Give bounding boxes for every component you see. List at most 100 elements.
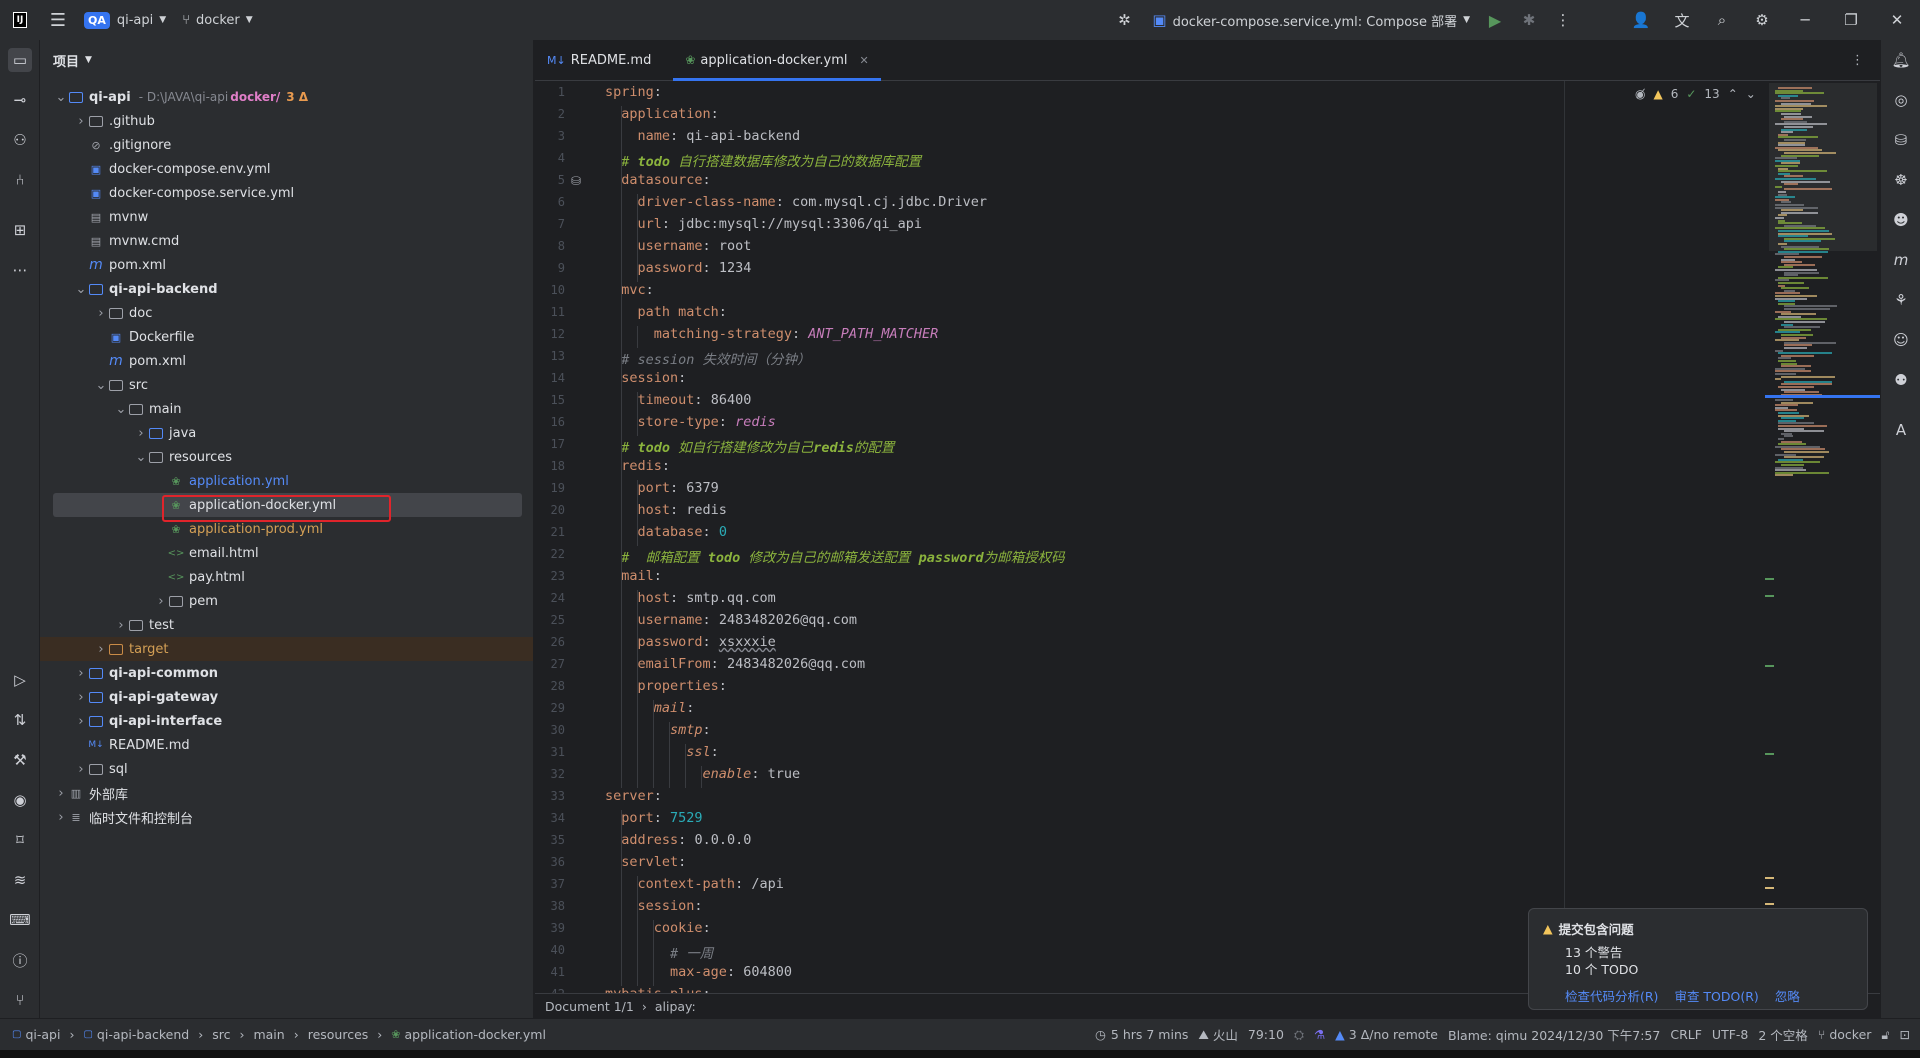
code-line[interactable]: driver-class-name: com.mysql.cj.jdbc.Dri…: [605, 194, 988, 210]
chevron-down-icon[interactable]: ⌄: [74, 282, 88, 297]
layers-icon[interactable]: ≋: [8, 868, 32, 892]
tree-item[interactable]: › qi-api-gateway: [40, 685, 533, 709]
inspection-widget[interactable]: ◉̸ ▲ 6 ✓ 13 ⌃ ⌄: [1635, 87, 1756, 101]
read-only-toggle-icon[interactable]: 🔓︎: [1881, 1027, 1889, 1043]
code-line[interactable]: name: qi-api-backend: [605, 128, 801, 144]
restore-icon[interactable]: ❐: [1828, 0, 1874, 40]
line-separator[interactable]: CRLF: [1670, 1027, 1702, 1042]
code-line[interactable]: context-path: /api: [605, 876, 784, 892]
more-actions-icon[interactable]: ⋮: [1546, 0, 1580, 40]
status-breadcrumb-item[interactable]: application-docker.yml: [405, 1027, 546, 1042]
chevron-right-icon[interactable]: ›: [94, 642, 108, 657]
status-breadcrumb-item[interactable]: resources: [308, 1027, 369, 1042]
code-line[interactable]: url: jdbc:mysql://mysql:3306/qi_api: [605, 216, 923, 232]
tree-item[interactable]: ⌄ main: [40, 397, 533, 421]
code-editor[interactable]: 1 2 3 4 5 6 7 8 9 10 11 12 13 14 15 16 17 18 19 20 21 22 23 24 2…: [535, 81, 1880, 993]
tree-item[interactable]: m pom.xml: [40, 253, 533, 277]
ide-logo-icon[interactable]: IJ: [0, 0, 40, 40]
file-encoding[interactable]: UTF-8: [1712, 1027, 1748, 1042]
tree-item[interactable]: ▣ docker-compose.env.yml: [40, 157, 533, 181]
tree-item[interactable]: › qi-api-interface: [40, 709, 533, 733]
review-analysis-link[interactable]: 检查代码分析(R): [1565, 986, 1658, 1005]
plugin-bug-icon[interactable]: ☸: [1889, 168, 1913, 192]
notifications-bell-icon[interactable]: 🔔︎: [1889, 48, 1913, 72]
plugin-icon[interactable]: ⚇: [8, 128, 32, 152]
tree-item[interactable]: › doc: [40, 301, 533, 325]
vcs-status[interactable]: ▲ 3 Δ/no remote: [1335, 1027, 1438, 1042]
tree-item[interactable]: › qi-api-common: [40, 661, 533, 685]
tree-item[interactable]: m pom.xml: [40, 349, 533, 373]
tree-item[interactable]: M↓ README.md: [40, 733, 533, 757]
tree-item[interactable]: › test: [40, 613, 533, 637]
status-breadcrumb-item[interactable]: src: [212, 1027, 230, 1042]
code-line[interactable]: host: smtp.qq.com: [605, 590, 776, 606]
chevron-right-icon[interactable]: ›: [134, 426, 148, 441]
indent-setting[interactable]: 2 个空格: [1758, 1025, 1807, 1044]
yaml-path[interactable]: alipay:: [655, 999, 696, 1014]
time-tracker[interactable]: ◷ 5 hrs 7 mins: [1095, 1027, 1188, 1042]
translate-icon[interactable]: 文: [1662, 0, 1702, 40]
code-line[interactable]: username: root: [605, 238, 752, 254]
reader-mode-icon[interactable]: ◉̸: [1635, 87, 1645, 101]
code-line[interactable]: spring:: [605, 84, 662, 100]
add-user-icon[interactable]: 👤: [1620, 0, 1662, 40]
git-branch[interactable]: ⑂ docker: [1818, 1027, 1872, 1042]
assistant-face-icon[interactable]: ☺: [1889, 328, 1913, 352]
ai-chat-icon[interactable]: ⚉: [1889, 368, 1913, 392]
tree-item[interactable]: › pem: [40, 589, 533, 613]
project-panel-header[interactable]: 项目 ▼: [40, 40, 533, 80]
database-icon[interactable]: ⛁: [1889, 128, 1913, 152]
status-breadcrumb-item[interactable]: qi-api-backend: [97, 1027, 189, 1042]
datasource-gutter-icon[interactable]: ⛁: [571, 174, 581, 188]
tree-item[interactable]: › sql: [40, 757, 533, 781]
tree-item[interactable]: ⊘ .gitignore: [40, 133, 533, 157]
tree-item[interactable]: ⌄ resources: [40, 445, 533, 469]
code-line[interactable]: path match:: [605, 304, 727, 320]
chevron-right-icon[interactable]: ›: [74, 714, 88, 729]
code-line[interactable]: store-type: redis: [605, 414, 776, 430]
font-icon[interactable]: A: [1889, 418, 1913, 442]
code-line[interactable]: port: 7529: [605, 810, 702, 826]
code-line[interactable]: session:: [605, 370, 686, 386]
code-line[interactable]: properties:: [605, 678, 727, 694]
code-line[interactable]: redis:: [605, 458, 670, 474]
code-line[interactable]: application:: [605, 106, 719, 122]
structure-icon[interactable]: ⊞: [8, 218, 32, 242]
tree-item[interactable]: ▤ mvnw: [40, 205, 533, 229]
chevron-down-icon[interactable]: ⌄: [134, 450, 148, 465]
caret-position[interactable]: 79:10: [1248, 1027, 1284, 1042]
tree-item[interactable]: › target: [40, 637, 533, 661]
code-line[interactable]: password: xsxxxie: [605, 634, 776, 650]
chevron-right-icon[interactable]: ›: [74, 762, 88, 777]
git-icon[interactable]: ⑂: [8, 988, 32, 1012]
tree-item[interactable]: ▣ Dockerfile: [40, 325, 533, 349]
code-line[interactable]: mail:: [605, 700, 695, 716]
settings-gear-icon[interactable]: ⚙: [1742, 0, 1782, 40]
next-highlight-icon[interactable]: ⌄: [1746, 87, 1756, 101]
code-line[interactable]: matching-strategy: ANT_PATH_MATCHER: [605, 326, 938, 342]
branch-switcher[interactable]: ⑂ docker ▼: [174, 0, 261, 40]
tab-application-docker-yml[interactable]: ❀ application-docker.yml ✕: [673, 40, 882, 81]
code-line[interactable]: server:: [605, 788, 662, 804]
tree-item[interactable]: ▤ mvnw.cmd: [40, 229, 533, 253]
code-line[interactable]: database: 0: [605, 524, 727, 540]
volcano-plugin[interactable]: ⛰ 火山: [1198, 1025, 1238, 1044]
code-line[interactable]: session:: [605, 898, 703, 914]
pull-requests-icon[interactable]: ⑃: [8, 168, 32, 192]
chevron-right-icon[interactable]: ›: [54, 786, 68, 801]
minimap[interactable]: [1765, 81, 1880, 993]
status-breadcrumb-item[interactable]: main: [253, 1027, 284, 1042]
run-icon[interactable]: ▶: [1478, 0, 1512, 40]
code-line[interactable]: max-age: 604800: [605, 964, 792, 980]
code-line[interactable]: address: 0.0.0.0: [605, 832, 751, 848]
blame-info[interactable]: Blame: qimu 2024/12/30 下午7:57: [1448, 1025, 1660, 1044]
tree-item[interactable]: › java: [40, 421, 533, 445]
code-line[interactable]: password: 1234: [605, 260, 752, 276]
lock-icon[interactable]: ⛭: [1294, 1027, 1304, 1043]
close-tab-icon[interactable]: ✕: [860, 54, 869, 67]
run-tool-icon[interactable]: ▷: [8, 668, 32, 692]
chevron-right-icon[interactable]: ›: [74, 114, 88, 129]
memory-indicator-icon[interactable]: ⊡: [1900, 1027, 1910, 1042]
chevron-right-icon[interactable]: ›: [54, 810, 68, 825]
chevron-down-icon[interactable]: ⌄: [94, 378, 108, 393]
